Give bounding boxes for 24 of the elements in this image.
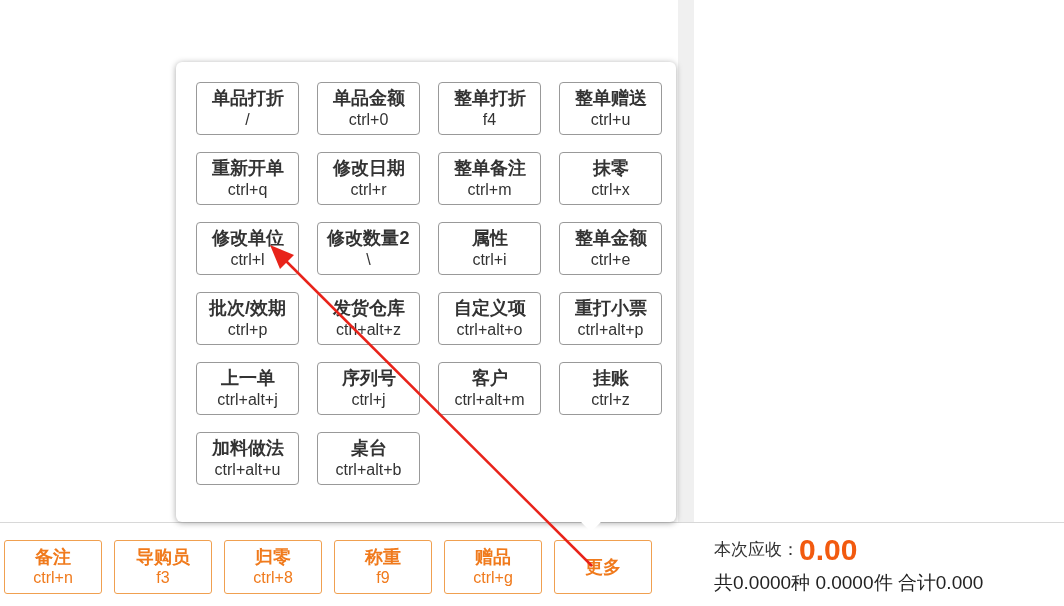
menu-action-button[interactable]: 重新开单 ctrl+q [196, 152, 299, 205]
menu-action-button[interactable]: 序列号 ctrl+j [317, 362, 420, 415]
menu-action-button[interactable]: 修改单位 ctrl+l [196, 222, 299, 275]
menu-action-button[interactable]: 抹零 ctrl+x [559, 152, 662, 205]
menu-action-button[interactable]: 修改数量2 \ [317, 222, 420, 275]
menu-action-button[interactable]: 单品金额 ctrl+0 [317, 82, 420, 135]
menu-action-button[interactable]: 桌台 ctrl+alt+b [317, 432, 420, 485]
menu-action-button[interactable]: 整单金额 ctrl+e [559, 222, 662, 275]
menu-action-button[interactable]: 上一单 ctrl+alt+j [196, 362, 299, 415]
menu-action-button[interactable]: 单品打折 / [196, 82, 299, 135]
menu-action-button[interactable]: 整单备注 ctrl+m [438, 152, 541, 205]
menu-action-button[interactable]: 重打小票 ctrl+alt+p [559, 292, 662, 345]
amount-due-label: 本次应收： [714, 539, 799, 562]
menu-action-button[interactable]: 整单赠送 ctrl+u [559, 82, 662, 135]
amount-due-value: 0.00 [799, 535, 858, 565]
menu-action-button[interactable]: 属性 ctrl+i [438, 222, 541, 275]
totals-text: 共0.0000种 0.0000件 合计0.000 [714, 571, 984, 595]
menu-action-button[interactable]: 加料做法 ctrl+alt+u [196, 432, 299, 485]
menu-action-button[interactable]: 自定义项 ctrl+alt+o [438, 292, 541, 345]
menu-action-button[interactable]: 整单打折 f4 [438, 82, 541, 135]
menu-action-button[interactable]: 修改日期 ctrl+r [317, 152, 420, 205]
menu-action-button[interactable]: 批次/效期 ctrl+p [196, 292, 299, 345]
menu-action-button[interactable]: 挂账 ctrl+z [559, 362, 662, 415]
menu-action-button[interactable]: 客户 ctrl+alt+m [438, 362, 541, 415]
